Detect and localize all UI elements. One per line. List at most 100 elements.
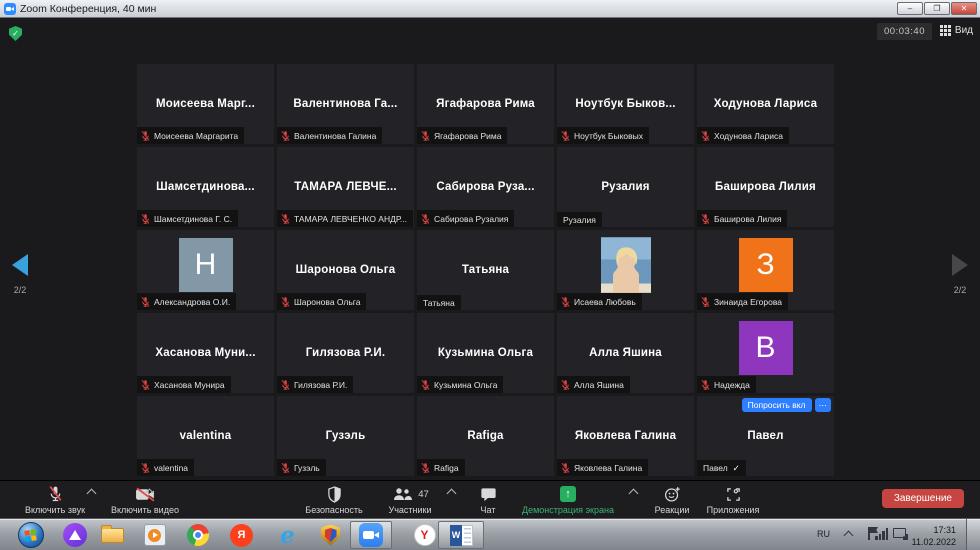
show-desktop-button[interactable] [966,519,980,550]
participants-options-chevron-icon[interactable] [447,489,457,499]
participant-name-label: Ноутбук Быковых [574,131,643,141]
close-button[interactable]: ✕ [951,2,977,15]
participant-name-label: Гузэль [294,463,320,473]
unmute-button[interactable]: Включить звук [16,485,94,515]
participant-tile[interactable]: Моисеева Марг... Моисеева Маргарита [137,64,274,144]
participant-name-chip: Моисеева Маргарита [137,127,244,144]
participant-tile[interactable]: Алла Яшина Алла Яшина [557,313,694,393]
encryption-shield-icon[interactable] [9,26,22,41]
next-page-arrow-icon[interactable] [952,254,968,276]
participant-tile[interactable]: Гузэль Гузэль [277,396,414,476]
window-titlebar[interactable]: Zoom Конференция, 40 мин – ❐ ✕ [0,0,980,18]
participant-name-chip: Rafiga [417,459,465,476]
language-indicator[interactable]: RU [817,529,830,539]
participant-tile[interactable]: Павел Павел ✓ Попросить вкл⋯ [697,396,834,476]
share-screen-button[interactable]: ↑ Демонстрация экрана [516,485,620,515]
clock[interactable]: 17:31 11.02.2022 [912,525,956,548]
participant-tile[interactable]: Яковлева Галина Яковлева Галина [557,396,694,476]
muted-mic-icon [420,213,431,225]
internet-explorer-icon[interactable]: e [274,522,301,548]
participant-tile[interactable]: ТАМАРА ЛЕВЧЕ... ТАМАРА ЛЕВЧЕНКО АНДР... [277,147,414,227]
word-app-icon[interactable]: W [448,522,475,548]
participant-tile[interactable]: Шаронова Ольга Шаронова Ольга [277,230,414,310]
previous-page-control[interactable]: 2/2 [12,254,28,295]
chrome-icon[interactable] [184,522,211,548]
game-shield-icon[interactable] [317,522,344,548]
participant-tile[interactable]: Валентинова Га... Валентинова Галина [277,64,414,144]
participant-tile[interactable]: Ягафарова Рима Ягафарова Рима [417,64,554,144]
participant-letter-avatar: Н [179,238,233,292]
tray-expand-icon[interactable] [844,531,854,541]
participant-tile[interactable]: Ходунова Лариса Ходунова Лариса [697,64,834,144]
zoom-window-icon [4,3,16,15]
file-explorer-icon[interactable] [99,522,126,548]
participant-tile[interactable]: Ноутбук Быков... Ноутбук Быковых [557,64,694,144]
windows-taskbar: Я e Y W RU 17:31 11.02.2022 [0,518,980,550]
muted-mic-icon [560,296,571,308]
tile-more-button[interactable]: ⋯ [815,398,832,412]
participant-name-label: Моисеева Маргарита [154,131,238,141]
participant-tile[interactable]: Сабирова Руза... Сабирова Рузалия [417,147,554,227]
participant-tile[interactable]: Хасанова Муни... Хасанова Мунира [137,313,274,393]
end-meeting-button[interactable]: Завершение [882,489,964,508]
participant-tile[interactable]: Рузалия Рузалия [557,147,694,227]
share-screen-icon: ↑ [560,486,576,502]
participant-tile[interactable]: Баширова Лилия Баширова Лилия [697,147,834,227]
network-icon[interactable] [893,528,906,538]
participant-name-label: Алла Яшина [574,380,624,390]
participant-tile[interactable]: Кузьмина Ольга Кузьмина Ольга [417,313,554,393]
apps-button[interactable]: Приложения [700,485,766,515]
participant-name-label: Сабирова Рузалия [434,214,508,224]
ask-to-unmute-button[interactable]: Попросить вкл [742,398,812,412]
participant-name-label: Гилязова Р.И. [294,380,347,390]
participant-name-label: Яковлева Галина [574,463,642,473]
action-center-flag-icon[interactable] [868,527,870,540]
yandex-browser-icon[interactable]: Я [228,522,255,548]
participant-name-chip: Рузалия [557,212,602,227]
previous-page-arrow-icon[interactable] [12,254,28,276]
participants-button[interactable]: 47 Участники [378,485,442,515]
participant-tile[interactable]: В Надежда [697,313,834,393]
participant-name-label: Хасанова Мунира [154,380,225,390]
reactions-button[interactable]: Реакции [648,485,696,515]
yandex-search-icon[interactable]: Y [411,522,438,548]
participant-name-label: Rafiga [434,463,459,473]
participant-tile[interactable]: Rafiga Rafiga [417,396,554,476]
participant-tile[interactable]: Гилязова Р.И. Гилязова Р.И. [277,313,414,393]
zoom-app-icon[interactable] [357,522,384,548]
participant-tile[interactable]: Н Александрова О.И. [137,230,274,310]
view-label: Вид [955,25,973,36]
participant-tile[interactable]: Татьяна Татьяна [417,230,554,310]
security-button[interactable]: Безопасность [298,485,370,515]
participant-name-chip: Александрова О.И. [137,293,236,310]
participant-tile[interactable]: Исаева Любовь [557,230,694,310]
chat-button[interactable]: Чат [468,485,508,515]
muted-mic-icon [140,379,151,391]
yandex-alice-icon[interactable] [61,522,88,548]
restore-button[interactable]: ❐ [924,2,950,15]
signal-strength-icon[interactable] [875,528,888,540]
participant-name-chip: Сабирова Рузалия [417,210,514,227]
view-button[interactable]: Вид [940,25,973,36]
next-page-control[interactable]: 2/2 [952,254,968,295]
muted-mic-icon [280,296,291,308]
participants-icon: 47 [391,485,429,503]
media-player-icon[interactable] [141,522,168,548]
muted-mic-icon [700,130,711,142]
muted-mic-icon [560,379,571,391]
participant-tile[interactable]: Шамсетдинова... Шамсетдинова Г. С. [137,147,274,227]
meeting-content: 00:03:40 Вид 2/2 2/2 Моисеева Марг... Мо… [0,18,980,518]
participants-label: Участники [389,505,432,515]
minimize-button[interactable]: – [897,2,923,15]
muted-mic-icon [140,462,151,474]
video-label: Включить видео [111,505,179,515]
participant-name-chip: Гилязова Р.И. [277,376,353,393]
start-video-button[interactable]: Включить видео [102,485,188,515]
muted-mic-icon [140,130,151,142]
start-button[interactable] [17,522,44,548]
share-options-chevron-icon[interactable] [629,489,639,499]
tray-time: 17:31 [912,525,956,537]
participant-tile[interactable]: valentina valentina [137,396,274,476]
muted-mic-icon [47,485,64,503]
participant-tile[interactable]: З Зинаида Егорова [697,230,834,310]
